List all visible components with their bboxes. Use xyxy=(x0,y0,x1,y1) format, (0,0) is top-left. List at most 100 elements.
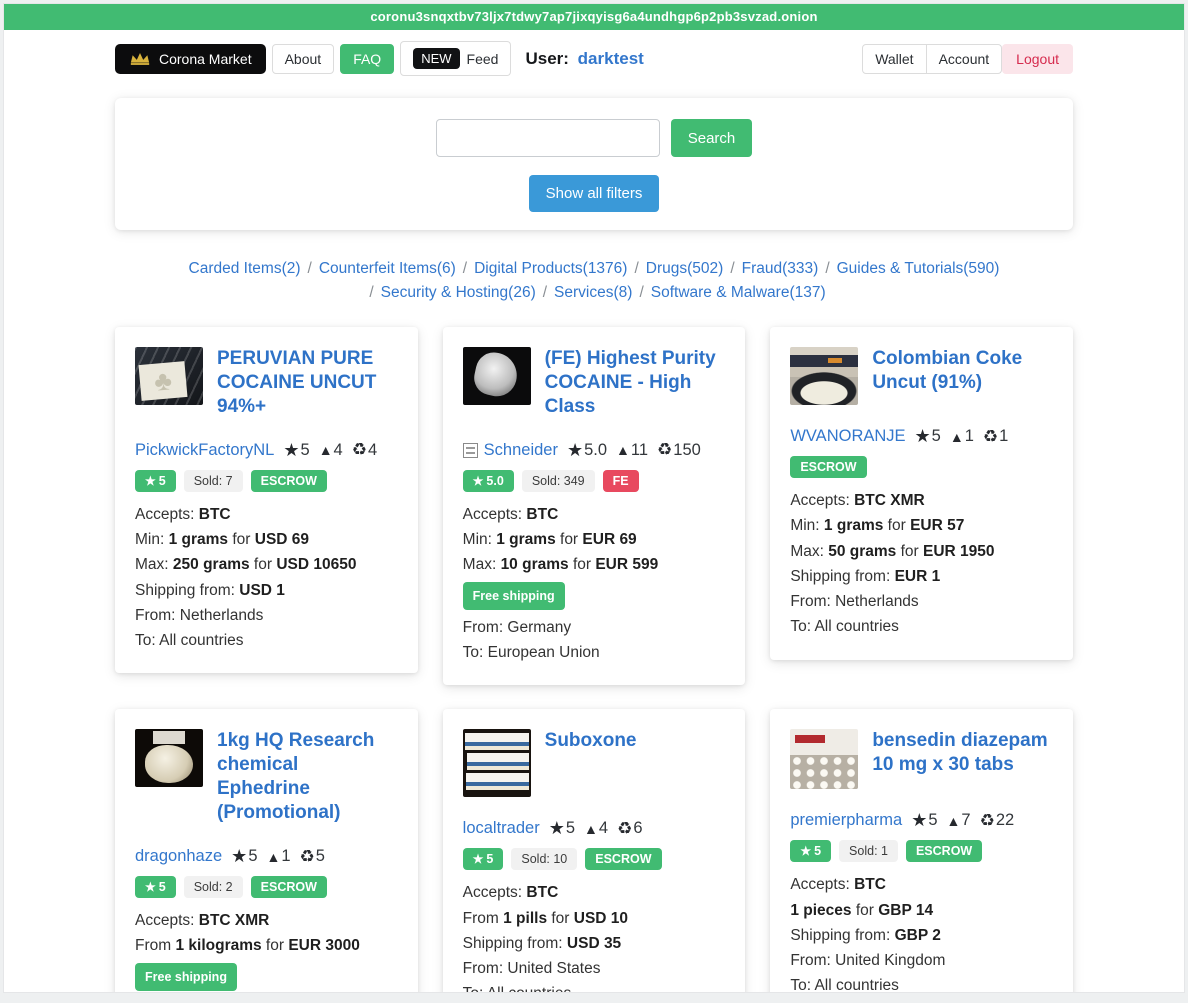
rating-badge: ★5 xyxy=(135,876,176,898)
category-link[interactable]: Counterfeit Items(6) xyxy=(319,260,456,277)
free-shipping-badge: Free shipping xyxy=(135,963,237,991)
triangle-up-stat: ▲4 xyxy=(319,441,343,460)
category-link[interactable]: Fraud(333) xyxy=(742,260,819,277)
triangle-up-icon: ▲ xyxy=(947,813,961,829)
vendor-link[interactable]: WVANORANJE xyxy=(790,427,905,446)
sold-badge: Sold: 10 xyxy=(511,848,577,870)
triangle-up-stat: ▲11 xyxy=(616,441,648,460)
product-detail-line: Accepts: BTC xyxy=(463,502,726,527)
product-detail-line: Max: 50 grams for EUR 1950 xyxy=(790,539,1053,564)
category-separator: / xyxy=(730,260,734,277)
product-title-link[interactable]: Suboxone xyxy=(545,729,637,753)
free-shipping-line: Free shipping xyxy=(463,582,726,610)
vendor-link[interactable]: Schneider xyxy=(484,441,558,460)
logout-button[interactable]: Logout xyxy=(1002,44,1073,74)
user-label: User: xyxy=(525,49,568,68)
category-separator: / xyxy=(634,260,638,277)
feed-button[interactable]: NEW Feed xyxy=(400,41,511,76)
category-link[interactable]: Drugs(502) xyxy=(646,260,724,277)
category-line: Carded Items(2) / Counterfeit Items(6) / Dig… xyxy=(115,257,1073,281)
product-title-link[interactable]: PERUVIAN PURE COCAINE UNCUT 94%+ xyxy=(217,347,396,419)
category-link[interactable]: Services(8) xyxy=(554,284,632,301)
product-detail-line: From: Germany xyxy=(463,615,726,640)
star-icon: ★ xyxy=(915,426,931,447)
onion-address-bar: coronu3snqxtbv73ljx7tdwy7ap7jixqyisg6a4u… xyxy=(4,4,1184,30)
product-title-link[interactable]: bensedin diazepam 10 mg x 30 tabs xyxy=(872,729,1051,777)
category-separator: / xyxy=(639,284,643,301)
category-line: /Security & Hosting(26)/Services(8)/Soft… xyxy=(115,281,1073,305)
vendor-row: PickwickFactoryNL★5▲4♻4 xyxy=(135,440,398,461)
vendor-row: dragonhaze★5▲1♻5 xyxy=(135,846,398,867)
product-detail-line: To: All countries xyxy=(135,628,398,653)
user-area: User: darktest xyxy=(525,49,643,69)
product-detail-line: Accepts: BTC XMR xyxy=(135,908,398,933)
vendor-link[interactable]: PickwickFactoryNL xyxy=(135,441,274,460)
search-button[interactable]: Search xyxy=(671,119,753,157)
triangle-up-stat: ▲1 xyxy=(267,847,291,866)
triangle-up-icon: ▲ xyxy=(950,429,964,445)
product-detail-line: Shipping from: USD 35 xyxy=(463,931,726,956)
category-separator: / xyxy=(825,260,829,277)
search-input[interactable] xyxy=(436,119,660,157)
product-card: bensedin diazepam 10 mg x 30 tabs premie… xyxy=(770,709,1073,992)
brand-button[interactable]: Corona Market xyxy=(115,44,266,74)
product-detail-line: From: United States xyxy=(463,956,726,981)
account-button[interactable]: Account xyxy=(926,44,1003,74)
vendor-row: premierpharma★5▲7♻22 xyxy=(790,810,1053,831)
star-stat: ★5 xyxy=(283,440,309,461)
crown-icon xyxy=(129,51,151,66)
product-title-link[interactable]: (FE) Highest Purity COCAINE - High Class xyxy=(545,347,724,419)
vendor-link[interactable]: dragonhaze xyxy=(135,847,222,866)
product-card-head: PERUVIAN PURE COCAINE UNCUT 94%+ xyxy=(135,347,398,419)
star-icon: ★ xyxy=(549,818,565,839)
product-card-head: Colombian Coke Uncut (91%) xyxy=(790,347,1053,405)
vendor-link[interactable]: premierpharma xyxy=(790,811,902,830)
product-detail-line: Shipping from: EUR 1 xyxy=(790,564,1053,589)
product-detail-line: Min: 1 grams for EUR 57 xyxy=(790,513,1053,538)
category-link[interactable]: Software & Malware(137) xyxy=(651,284,826,301)
sold-badge: Sold: 2 xyxy=(184,876,243,898)
product-image[interactable] xyxy=(135,347,203,405)
star-stat: ★5 xyxy=(915,426,941,447)
product-grid: PERUVIAN PURE COCAINE UNCUT 94%+ Pickwic… xyxy=(115,327,1073,992)
page: coronu3snqxtbv73ljx7tdwy7ap7jixqyisg6a4u… xyxy=(4,4,1184,992)
wallet-button[interactable]: Wallet xyxy=(862,44,926,74)
show-all-filters-button[interactable]: Show all filters xyxy=(529,175,660,212)
escrow-badge: ESCROW xyxy=(790,456,866,478)
category-link[interactable]: Digital Products(1376) xyxy=(474,260,627,277)
product-title-link[interactable]: Colombian Coke Uncut (91%) xyxy=(872,347,1051,395)
product-card: 1kg HQ Research chemical Ephedrine (Prom… xyxy=(115,709,418,992)
star-icon: ★ xyxy=(145,880,156,894)
fe-badge: FE xyxy=(603,470,639,492)
rating-badge: ★5 xyxy=(135,470,176,492)
product-image[interactable] xyxy=(463,347,531,405)
product-image[interactable] xyxy=(790,729,858,789)
faq-button[interactable]: FAQ xyxy=(340,44,394,74)
header-right: Wallet Account Logout xyxy=(862,44,1073,74)
badge-row: ★5Sold: 10ESCROW xyxy=(463,848,726,870)
onion-url: coronu3snqxtbv73ljx7tdwy7ap7jixqyisg6a4u… xyxy=(370,9,817,24)
recycle-stat: ♻6 xyxy=(617,819,642,839)
product-title-link[interactable]: 1kg HQ Research chemical Ephedrine (Prom… xyxy=(217,729,396,825)
free-shipping-line: Free shipping xyxy=(135,963,398,991)
vendor-link[interactable]: localtrader xyxy=(463,819,540,838)
product-card: Colombian Coke Uncut (91%) WVANORANJE ★5 ▲… xyxy=(770,327,1073,660)
product-image[interactable] xyxy=(135,729,203,787)
recycle-stat: ♻1 xyxy=(983,427,1008,447)
product-card: PERUVIAN PURE COCAINE UNCUT 94%+ Pickwic… xyxy=(115,327,418,673)
free-shipping-badge: Free shipping xyxy=(463,582,565,610)
badge-row: ★5.0Sold: 349FE xyxy=(463,470,726,492)
product-detail-line: Max: 10 grams for EUR 599 xyxy=(463,552,726,577)
product-detail-line: Accepts: BTC xyxy=(790,872,1053,897)
category-link[interactable]: Guides & Tutorials(590) xyxy=(837,260,1000,277)
username-link[interactable]: darktest xyxy=(578,49,644,68)
product-detail-line: Min: 1 grams for USD 69 xyxy=(135,527,398,552)
sold-badge: Sold: 1 xyxy=(839,840,898,862)
category-link[interactable]: Carded Items(2) xyxy=(189,260,301,277)
search-panel: Search Show all filters xyxy=(115,98,1073,230)
product-image[interactable] xyxy=(463,729,531,797)
category-link[interactable]: Security & Hosting(26) xyxy=(381,284,536,301)
recycle-icon: ♻ xyxy=(980,811,995,831)
about-button[interactable]: About xyxy=(272,44,335,74)
product-image[interactable] xyxy=(790,347,858,405)
